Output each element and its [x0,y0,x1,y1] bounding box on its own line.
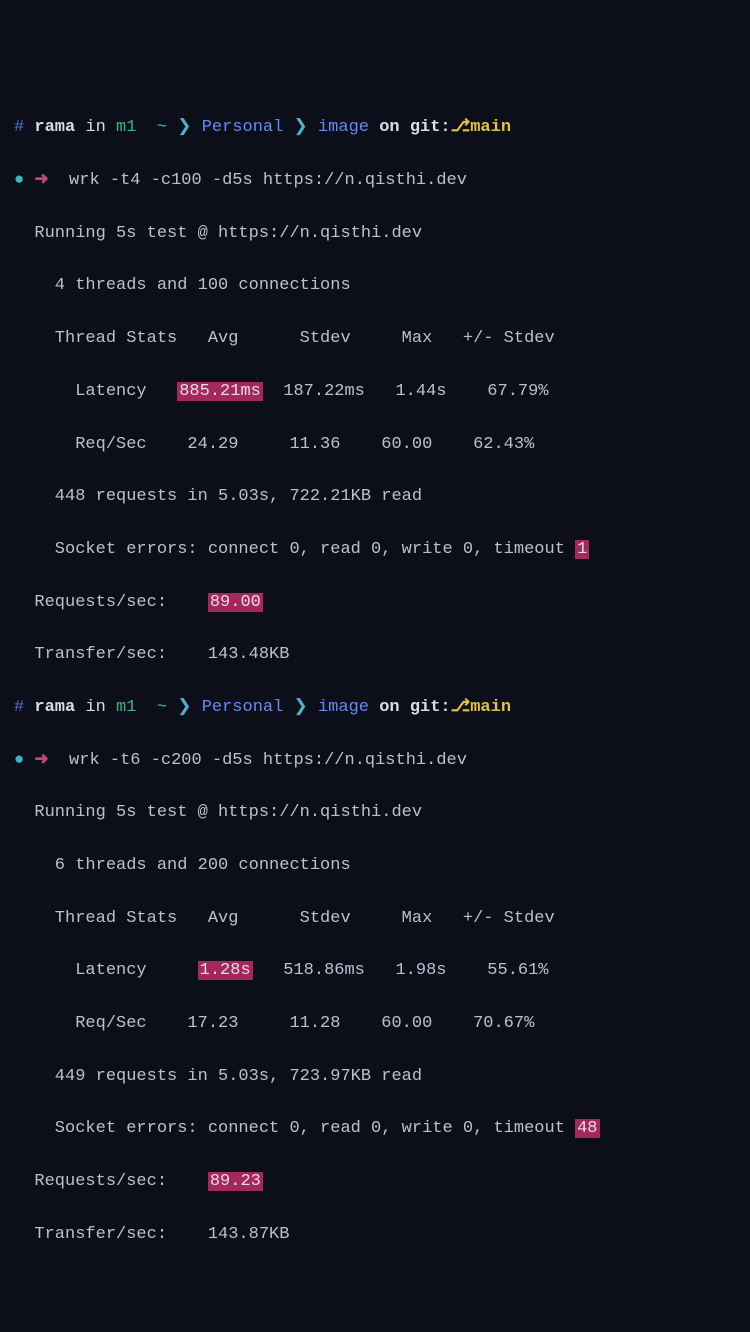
path-image: image [318,118,369,137]
latency-line-1: Latency 885.21ms 187.22ms 1.44s 67.79% [14,379,736,405]
word-on: on [379,698,399,717]
command-line-1: ● ➜ wrk -t4 -c100 -d5s https://n.qisthi.… [14,168,736,194]
output-line: Transfer/sec: 143.48KB [14,642,736,668]
branch-icon: ⎇ [451,698,471,717]
socket-prefix: Socket errors: connect 0, read 0, write … [14,540,575,559]
chevron-right-icon: ❯ [294,118,308,137]
bullet-icon: ● [14,171,24,190]
command-text: wrk -t6 -c200 -d5s https://n.qisthi.dev [49,751,467,770]
socket-prefix: Socket errors: connect 0, read 0, write … [14,1119,575,1138]
output-line: Req/Sec 24.29 11.36 60.00 62.43% [14,432,736,458]
output-line: 6 threads and 200 connections [14,853,736,879]
prompt-line-2: # rama in m1 ~ ❯ Personal ❯ image on git… [14,695,736,721]
word-in: in [85,698,105,717]
prompt-line-1: # rama in m1 ~ ❯ Personal ❯ image on git… [14,115,736,141]
rps-highlight: 89.00 [208,593,263,612]
branch-name: main [470,698,511,717]
output-line: 448 requests in 5.03s, 722.21KB read [14,484,736,510]
user: rama [34,118,75,137]
branch-name: main [470,118,511,137]
requests-sec-1: Requests/sec: 89.00 [14,590,736,616]
hash-icon: # [14,118,24,137]
path-personal: Personal [202,118,284,137]
socket-errors-1: Socket errors: connect 0, read 0, write … [14,537,736,563]
rps-prefix: Requests/sec: [14,593,208,612]
requests-sec-2: Requests/sec: 89.23 [14,1169,736,1195]
output-line: Thread Stats Avg Stdev Max +/- Stdev [14,906,736,932]
user: rama [34,698,75,717]
latency-suffix: 518.86ms 1.98s 55.61% [253,961,549,980]
chevron-right-icon: ❯ [294,698,308,717]
output-line: Transfer/sec: 143.87KB [14,1222,736,1248]
output-line: Running 5s test @ https://n.qisthi.dev [14,221,736,247]
chevron-right-icon: ❯ [177,698,191,717]
tilde: ~ [157,698,167,717]
arrow-icon: ➜ [34,751,48,770]
word-in: in [85,118,105,137]
timeout-highlight: 48 [575,1119,599,1138]
latency-highlight: 885.21ms [177,382,263,401]
rps-highlight: 89.23 [208,1172,263,1191]
git-label: git: [410,698,451,717]
hash-icon: # [14,698,24,717]
bullet-icon: ● [14,751,24,770]
branch-icon: ⎇ [451,118,471,137]
output-line: 449 requests in 5.03s, 723.97KB read [14,1064,736,1090]
word-on: on [379,118,399,137]
output-line: Req/Sec 17.23 11.28 60.00 70.67% [14,1011,736,1037]
path-personal: Personal [202,698,284,717]
rps-prefix: Requests/sec: [14,1172,208,1191]
command-line-2: ● ➜ wrk -t6 -c200 -d5s https://n.qisthi.… [14,748,736,774]
tilde: ~ [157,118,167,137]
host: m1 [116,698,136,717]
socket-errors-2: Socket errors: connect 0, read 0, write … [14,1116,736,1142]
command-text: wrk -t4 -c100 -d5s https://n.qisthi.dev [49,171,467,190]
latency-highlight: 1.28s [198,961,253,980]
host: m1 [116,118,136,137]
output-line: Thread Stats Avg Stdev Max +/- Stdev [14,326,736,352]
output-line: 4 threads and 100 connections [14,273,736,299]
path-image: image [318,698,369,717]
git-label: git: [410,118,451,137]
timeout-highlight: 1 [575,540,589,559]
output-line: Running 5s test @ https://n.qisthi.dev [14,800,736,826]
chevron-right-icon: ❯ [177,118,191,137]
latency-prefix: Latency [14,382,177,401]
latency-line-2: Latency 1.28s 518.86ms 1.98s 55.61% [14,958,736,984]
arrow-icon: ➜ [34,171,48,190]
latency-suffix: 187.22ms 1.44s 67.79% [263,382,549,401]
latency-prefix: Latency [14,961,198,980]
